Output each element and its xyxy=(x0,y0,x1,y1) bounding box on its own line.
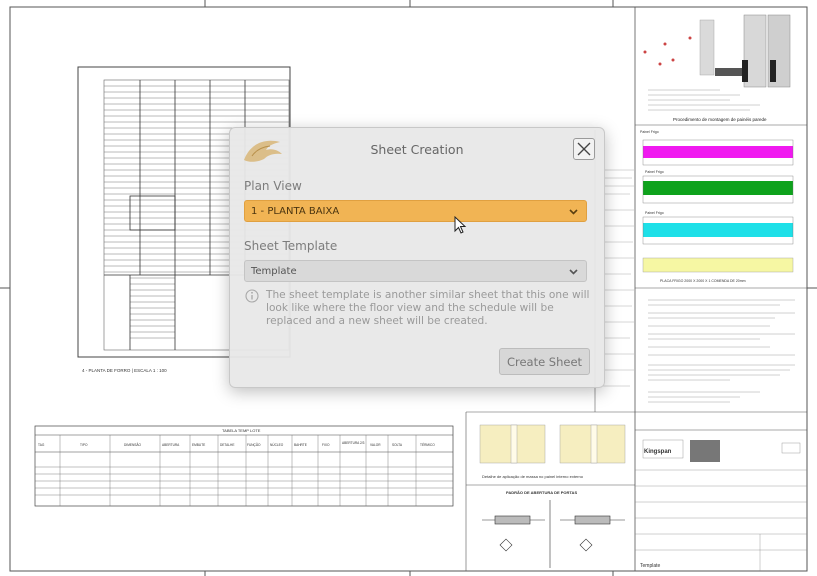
svg-text:Kingspan: Kingspan xyxy=(644,449,672,455)
svg-text:PLACA FRIGO 2000 X 2000 X 1 CO: PLACA FRIGO 2000 X 2000 X 1 COMENDA DE 2… xyxy=(660,279,746,283)
close-button[interactable] xyxy=(573,138,595,160)
plan-view-value: 1 - PLANTA BAIXA xyxy=(251,206,340,217)
sheet-template-select[interactable]: Template xyxy=(244,260,587,282)
svg-text:FIXO: FIXO xyxy=(322,443,330,447)
chevron-down-icon xyxy=(569,209,578,215)
sheet-template-label: Sheet Template xyxy=(244,239,338,253)
svg-text:SOLTA: SOLTA xyxy=(392,443,403,447)
info-icon xyxy=(245,289,259,303)
svg-text:TÉRMICO: TÉRMICO xyxy=(420,442,435,447)
svg-text:Procedimento de montagem de pa: Procedimento de montagem de painéis pare… xyxy=(673,117,767,122)
sheet-template-value: Template xyxy=(251,266,297,277)
svg-text:NÚCLEO: NÚCLEO xyxy=(270,442,284,447)
svg-text:Painel Frigo: Painel Frigo xyxy=(645,170,664,174)
svg-text:TAG: TAG xyxy=(38,443,45,447)
svg-text:ABERTURA: ABERTURA xyxy=(162,443,180,447)
create-sheet-button[interactable]: Create Sheet xyxy=(499,348,590,375)
svg-text:Painel Frigo: Painel Frigo xyxy=(640,130,659,134)
title-block: Kingspan Template xyxy=(635,439,807,571)
svg-text:TIPO: TIPO xyxy=(80,443,88,447)
schedule-table: TABELA TEMP LOTE TAG TIPO DIMENSÃO ABERTUR… xyxy=(34,425,454,507)
svg-text:PADRÃO DE ABERTURA DE PORTAS: PADRÃO DE ABERTURA DE PORTAS xyxy=(506,490,577,495)
svg-text:ABERTURA 2/3: ABERTURA 2/3 xyxy=(342,441,365,445)
svg-text:BAHRTE: BAHRTE xyxy=(294,443,307,447)
svg-text:DIMENSÃO: DIMENSÃO xyxy=(124,442,142,447)
svg-text:TABELA TEMP LOTE: TABELA TEMP LOTE xyxy=(222,428,261,433)
svg-text:Painel Frigo: Painel Frigo xyxy=(645,211,664,215)
plan-view-select[interactable]: 1 - PLANTA BAIXA xyxy=(244,200,587,222)
close-icon xyxy=(577,142,591,156)
svg-text:4 - PLANTA DE FORRO | ESCALA 1: 4 - PLANTA DE FORRO | ESCALA 1 : 100 xyxy=(82,368,167,373)
svg-text:Detalhe de aplicação de massa: Detalhe de aplicação de massa no painel … xyxy=(482,474,584,479)
panel-color-swatches: Painel Frigo Painel Frigo Painel Frigo P… xyxy=(640,130,794,283)
svg-text:Template: Template xyxy=(640,563,661,569)
dialog-title: Sheet Creation xyxy=(370,142,464,157)
door-opening-pattern xyxy=(482,500,625,568)
plan-view-label: Plan View xyxy=(244,179,302,193)
info-text: The sheet template is another similar sh… xyxy=(266,289,590,327)
joint-detail: Detalhe de aplicação de massa no painel … xyxy=(479,424,626,479)
svg-text:FUNÇÃO: FUNÇÃO xyxy=(247,442,261,447)
mounting-illustration: Procedimento de montagem de painéis pare… xyxy=(643,14,791,122)
side-notes xyxy=(603,169,634,387)
chevron-down-icon xyxy=(569,269,578,275)
notes-list xyxy=(648,299,795,403)
svg-text:DETALHE: DETALHE xyxy=(220,443,234,447)
svg-text:EMBUTE: EMBUTE xyxy=(192,443,205,447)
sheet-creation-dialog: Sheet Creation Plan View 1 - PLANTA BAIX… xyxy=(229,127,605,388)
svg-text:VALOR: VALOR xyxy=(370,443,381,447)
mouse-cursor-icon xyxy=(454,216,467,234)
